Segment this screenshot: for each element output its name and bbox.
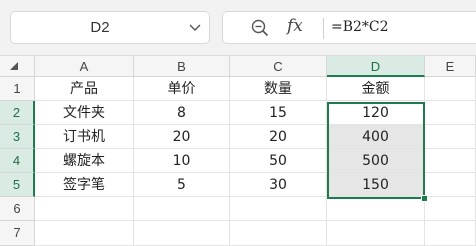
row-header-2[interactable]: 2 [0, 101, 35, 125]
column-header-a[interactable]: A [35, 56, 134, 77]
formula-bar: fx =B2*C2 [222, 11, 476, 44]
column-header-d[interactable]: D [327, 56, 425, 77]
cell-d6[interactable] [327, 197, 425, 221]
cell-e7[interactable] [425, 221, 476, 246]
select-all-icon [10, 62, 18, 70]
row-header-7[interactable]: 7 [0, 221, 35, 246]
cell-c7[interactable] [230, 221, 327, 246]
select-all-button[interactable] [0, 56, 35, 77]
cell-d3[interactable]: 400 [327, 125, 425, 149]
formula-toolbar: D2 fx =B2*C2 [0, 0, 476, 56]
cell-a2[interactable]: 文件夹 [35, 101, 134, 125]
cell-e6[interactable] [425, 197, 476, 221]
zoom-out-icon[interactable] [251, 19, 269, 37]
cell-e2[interactable] [425, 101, 476, 125]
insert-function-button[interactable]: fx [287, 16, 303, 36]
cell-b5[interactable]: 5 [134, 173, 230, 197]
cell-b3[interactable]: 20 [134, 125, 230, 149]
fill-handle[interactable] [421, 195, 428, 202]
row-header-1[interactable]: 1 [0, 77, 35, 101]
formula-input[interactable]: =B2*C2 [331, 12, 389, 43]
cell-a4[interactable]: 螺旋本 [35, 149, 134, 173]
cell-d5[interactable]: 150 [327, 173, 425, 197]
row-header-5[interactable]: 5 [0, 173, 35, 197]
name-box[interactable]: D2 [10, 11, 210, 44]
cell-a7[interactable] [35, 221, 134, 246]
cell-c6[interactable] [230, 197, 327, 221]
column-header-e[interactable]: E [425, 56, 476, 77]
chevron-down-icon[interactable] [189, 23, 201, 33]
cell-e4[interactable] [425, 149, 476, 173]
cell-e1[interactable] [425, 77, 476, 101]
cell-c5[interactable]: 30 [230, 173, 327, 197]
column-header-c[interactable]: C [230, 56, 327, 77]
cell-c1[interactable]: 数量 [230, 77, 327, 101]
cell-b4[interactable]: 10 [134, 149, 230, 173]
cell-b6[interactable] [134, 197, 230, 221]
cell-c3[interactable]: 20 [230, 125, 327, 149]
cell-d4[interactable]: 500 [327, 149, 425, 173]
cell-c2[interactable]: 15 [230, 101, 327, 125]
cell-a6[interactable] [35, 197, 134, 221]
cell-a3[interactable]: 订书机 [35, 125, 134, 149]
cell-a1[interactable]: 产品 [35, 77, 134, 101]
row-header-4[interactable]: 4 [0, 149, 35, 173]
cell-d1[interactable]: 金额 [327, 77, 425, 101]
formula-divider [323, 18, 324, 39]
cell-b1[interactable]: 单价 [134, 77, 230, 101]
row-header-6[interactable]: 6 [0, 197, 35, 221]
name-box-value[interactable]: D2 [11, 12, 189, 43]
cell-a5[interactable]: 签字笔 [35, 173, 134, 197]
cell-d7[interactable] [327, 221, 425, 246]
cell-b2[interactable]: 8 [134, 101, 230, 125]
cell-e3[interactable] [425, 125, 476, 149]
spreadsheet-grid: A B C D E 1 2 3 4 5 6 7 产品 单价 数量 金额 文件夹 … [0, 56, 476, 246]
row-header-3[interactable]: 3 [0, 125, 35, 149]
cell-b7[interactable] [134, 221, 230, 246]
cell-e5[interactable] [425, 173, 476, 197]
column-header-b[interactable]: B [134, 56, 230, 77]
cell-c4[interactable]: 50 [230, 149, 327, 173]
cell-d2[interactable]: 120 [327, 101, 425, 125]
